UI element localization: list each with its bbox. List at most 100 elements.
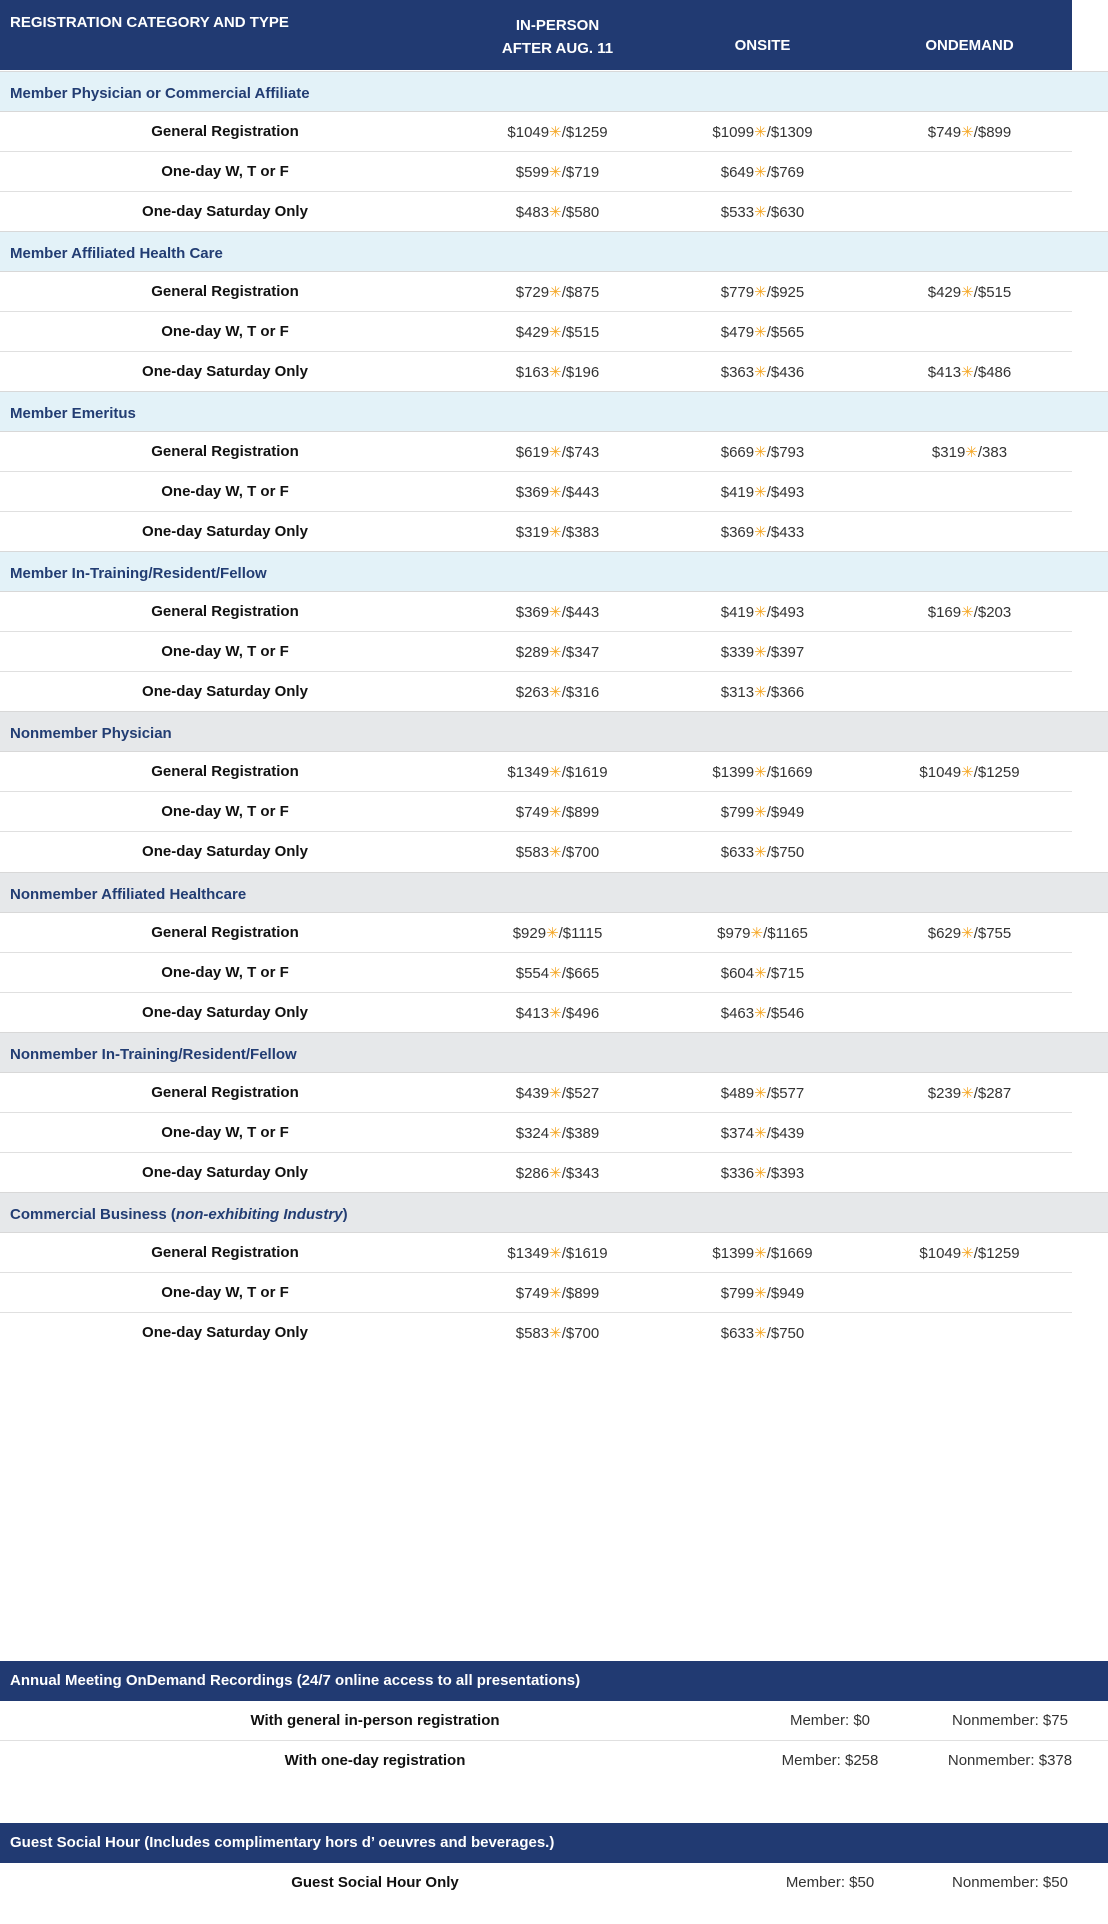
price-nonmember: /$577 <box>766 1085 805 1102</box>
category-label: Member In-Training/Resident/Fellow <box>10 565 267 582</box>
table-row: One-day Saturday Only $263✳/$316 $313✳/$36… <box>0 672 1072 712</box>
table-row: One-day W, T or F $369✳/$443 $419✳/$493 <box>0 472 1072 512</box>
star-icon: ✳ <box>754 124 767 141</box>
star-icon: ✳ <box>549 324 562 341</box>
price-nonmember: /$527 <box>561 1085 600 1102</box>
price-onsite: $779✳/$925 <box>645 283 880 301</box>
price-member: $629 <box>927 925 962 942</box>
price-nonmember: /$899 <box>561 1285 600 1302</box>
price-member: $489 <box>720 1085 755 1102</box>
price-member: $313 <box>720 684 755 701</box>
header-onsite: ONSITE <box>734 37 791 54</box>
registration-type: One-day W, T or F <box>161 964 289 981</box>
star-icon: ✳ <box>754 1085 767 1102</box>
price-onsite: $1399✳/$1669 <box>645 763 880 781</box>
price-in-person: $583✳/$700 <box>440 1324 675 1342</box>
registration-type: One-day W, T or F <box>161 803 289 820</box>
price-member: $319 <box>931 444 966 461</box>
price-member: $1049 <box>919 764 962 781</box>
table-header: REGISTRATION CATEGORY AND TYPE IN-PERSON… <box>0 0 1072 70</box>
category-header: Commercial Business (non-exhibiting Indu… <box>0 1192 1108 1233</box>
price-nonmember: /$383 <box>561 524 600 541</box>
price-nonmember: /$750 <box>766 844 805 861</box>
price-nonmember: /$1669 <box>766 1245 813 1262</box>
price-in-person: $439✳/$527 <box>440 1084 675 1102</box>
table-row: One-day Saturday Only $286✳/$343 $336✳/$39… <box>0 1153 1072 1193</box>
star-icon: ✳ <box>961 1085 974 1102</box>
star-icon: ✳ <box>754 1325 767 1342</box>
price-nonmember: /$1259 <box>973 764 1020 781</box>
price-nonmember: /$1259 <box>561 124 608 141</box>
price-nonmember: /$515 <box>973 284 1012 301</box>
star-icon: ✳ <box>549 764 562 781</box>
recordings-row-label: With general in-person registration <box>250 1712 500 1729</box>
star-icon: ✳ <box>549 524 562 541</box>
price-member: $336 <box>720 1165 755 1182</box>
price-nonmember: /383 <box>977 444 1008 461</box>
price-nonmember: /$1259 <box>973 1245 1020 1262</box>
price-nonmember: /$546 <box>766 1005 805 1022</box>
price-nonmember: /$439 <box>766 1125 805 1142</box>
price-nonmember: /$493 <box>766 604 805 621</box>
price-onsite: $336✳/$393 <box>645 1164 880 1182</box>
price-in-person: $289✳/$347 <box>440 643 675 661</box>
price-member: $289 <box>515 644 550 661</box>
table-row: General Registration $729✳/$875 $779✳/$925… <box>0 272 1072 312</box>
price-in-person: $413✳/$496 <box>440 1004 675 1022</box>
table-row: General Registration $1349✳/$1619 $1399✳/$… <box>0 752 1072 792</box>
registration-type: General Registration <box>151 443 299 460</box>
category-name: Member Emeritus <box>10 405 136 422</box>
table-row: One-day W, T or F $599✳/$719 $649✳/$769 <box>0 152 1072 192</box>
price-onsite: $649✳/$769 <box>645 163 880 181</box>
category-header: Member Emeritus <box>0 391 1108 432</box>
price-member: $463 <box>720 1005 755 1022</box>
price-onsite: $604✳/$715 <box>645 964 880 982</box>
price-member: $1399 <box>712 764 755 781</box>
star-icon: ✳ <box>549 1005 562 1022</box>
price-in-person: $163✳/$196 <box>440 363 675 381</box>
star-icon: ✳ <box>754 844 767 861</box>
star-icon: ✳ <box>754 1125 767 1142</box>
price-nonmember: /$347 <box>561 644 600 661</box>
price-member: $439 <box>515 1085 550 1102</box>
price-nonmember: /$515 <box>561 324 600 341</box>
star-icon: ✳ <box>754 965 767 982</box>
price-nonmember: /$949 <box>766 1285 805 1302</box>
category-label: Member Physician or Commercial Affiliate <box>10 85 310 102</box>
category-label: Nonmember In-Training/Resident/Fellow <box>10 1046 297 1063</box>
recordings-row-label: With one-day registration <box>284 1752 466 1769</box>
table-row: One-day W, T or F $749✳/$899 $799✳/$949 <box>0 1273 1072 1313</box>
price-member: $374 <box>720 1125 755 1142</box>
price-nonmember: /$565 <box>766 324 805 341</box>
price-member: $339 <box>720 644 755 661</box>
price-member: $749 <box>927 124 962 141</box>
price-onsite: $799✳/$949 <box>645 1284 880 1302</box>
registration-type: One-day W, T or F <box>161 1284 289 1301</box>
nonmember-price: Nonmember: $50 <box>952 1874 1068 1891</box>
price-nonmember: /$700 <box>561 1325 600 1342</box>
price-member: $369 <box>515 604 550 621</box>
price-member: $669 <box>720 444 755 461</box>
price-in-person: $324✳/$389 <box>440 1124 675 1142</box>
star-icon: ✳ <box>549 1325 562 1342</box>
price-member: $363 <box>720 364 755 381</box>
price-ondemand: $749✳/$899 <box>852 123 1087 141</box>
price-in-person: $1349✳/$1619 <box>440 763 675 781</box>
price-onsite: $979✳/$1165 <box>645 924 880 942</box>
category-name-suffix: ) <box>342 1206 348 1223</box>
price-onsite: $419✳/$493 <box>645 483 880 501</box>
header-ondemand: ONDEMAND <box>925 37 1014 54</box>
star-icon: ✳ <box>546 925 559 942</box>
price-nonmember: /$700 <box>561 844 600 861</box>
price-member: $319 <box>515 524 550 541</box>
price-nonmember: /$925 <box>766 284 805 301</box>
registration-type: General Registration <box>151 924 299 941</box>
price-member: $749 <box>515 1285 550 1302</box>
price-onsite: $489✳/$577 <box>645 1084 880 1102</box>
star-icon: ✳ <box>549 1165 562 1182</box>
price-nonmember: /$397 <box>766 644 805 661</box>
star-icon: ✳ <box>961 284 974 301</box>
table-row: One-day Saturday Only $163✳/$196 $363✳/$43… <box>0 352 1072 392</box>
price-member: $263 <box>515 684 550 701</box>
price-nonmember: /$443 <box>561 484 600 501</box>
